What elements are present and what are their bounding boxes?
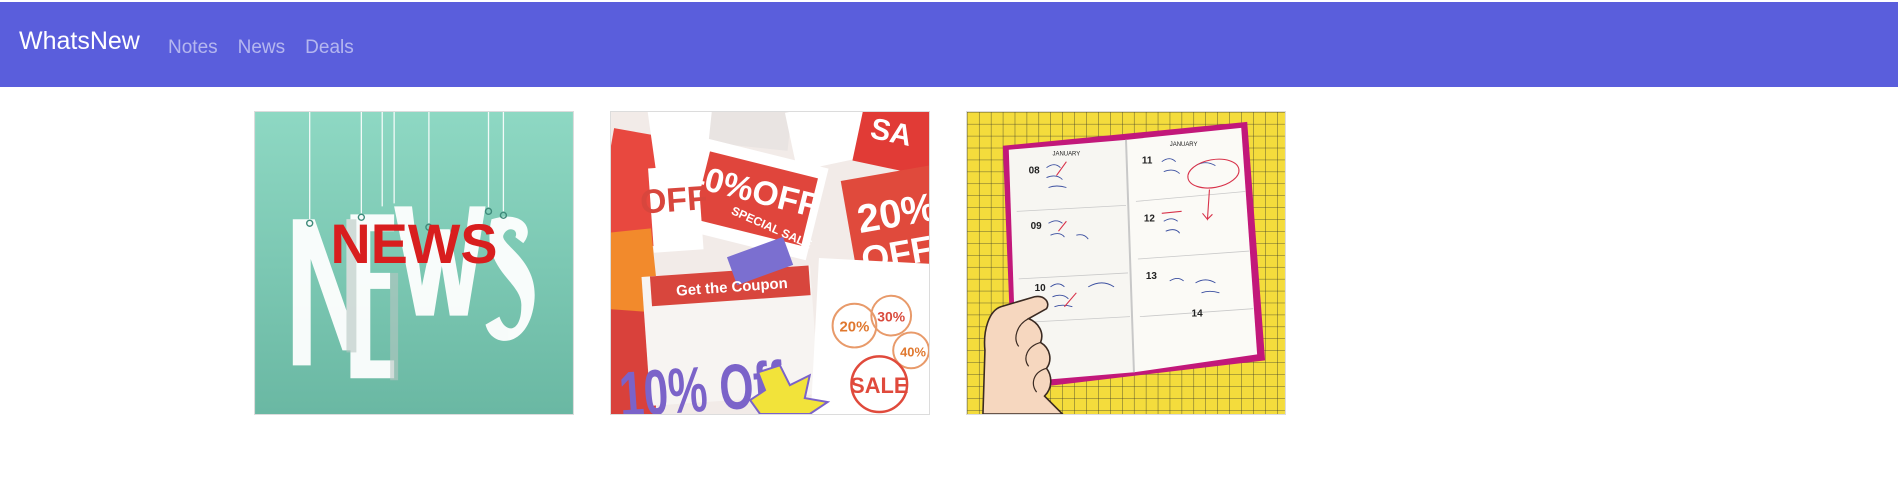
planner-month-left: JANUARY: [1053, 152, 1081, 158]
nav-links: Notes News Deals: [168, 35, 354, 61]
brand-logo[interactable]: WhatsNew: [19, 26, 140, 56]
coupon-off-text: OFF: [639, 179, 709, 222]
planner-day-11: 11: [1142, 156, 1153, 167]
planner-day-13: 13: [1146, 271, 1158, 282]
deals-card[interactable]: 40%OFF SPECIAL SALE 20% OFF OFF SA Get t…: [610, 111, 930, 415]
notes-planner-image: JANUARY JANUARY 08 09 10 11 12 13 14: [967, 112, 1285, 414]
news-headline-text: NEWS: [331, 213, 498, 275]
news-card[interactable]: NEWS: [254, 111, 574, 415]
planner-month-right: JANUARY: [1170, 142, 1198, 148]
planner-day-14: 14: [1192, 309, 1204, 320]
nav-link-news[interactable]: News: [238, 35, 286, 61]
badge-40-text: 40%: [900, 344, 926, 359]
planner-day-08: 08: [1029, 166, 1041, 177]
nav-link-deals[interactable]: Deals: [305, 35, 354, 61]
planner-day-10: 10: [1035, 283, 1047, 294]
deals-coupons-image: 40%OFF SPECIAL SALE 20% OFF OFF SA Get t…: [611, 112, 929, 414]
sale-badge-text: SALE: [850, 373, 908, 398]
notes-card[interactable]: JANUARY JANUARY 08 09 10 11 12 13 14: [966, 111, 1286, 415]
planner-day-09: 09: [1031, 221, 1043, 232]
badge-20-text: 20%: [840, 320, 870, 336]
badge-30-text: 30%: [877, 309, 905, 325]
news-image: NEWS: [255, 112, 573, 414]
top-navbar: WhatsNew Notes News Deals: [0, 2, 1898, 87]
nav-link-notes[interactable]: Notes: [168, 35, 218, 61]
planner-day-12: 12: [1144, 213, 1156, 224]
